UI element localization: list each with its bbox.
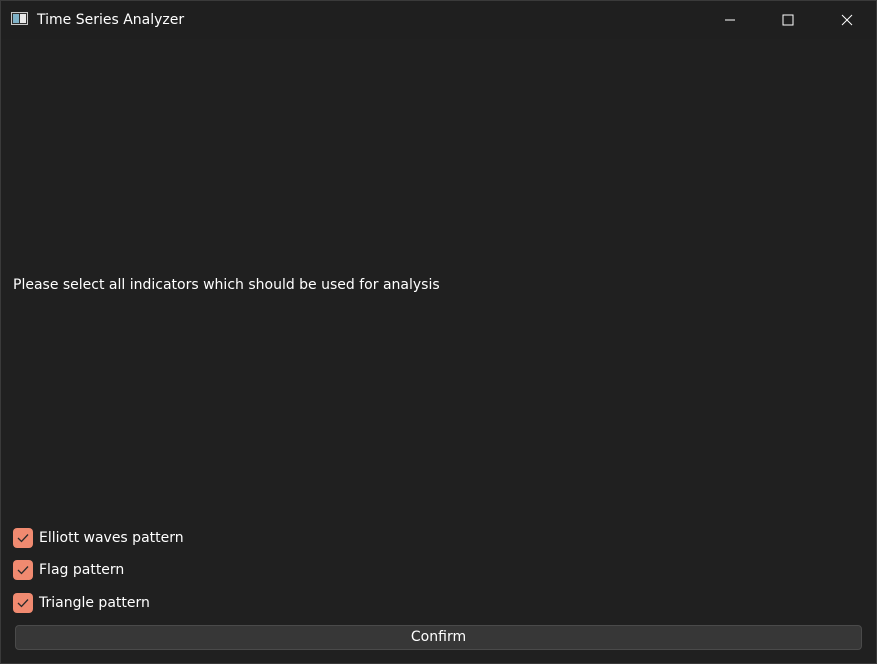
- indicator-triangle[interactable]: Triangle pattern: [13, 592, 150, 614]
- window-title: Time Series Analyzer: [37, 12, 185, 28]
- indicator-label[interactable]: Flag pattern: [39, 561, 124, 579]
- maximize-button[interactable]: [759, 1, 817, 39]
- title-bar[interactable]: Time Series Analyzer: [1, 1, 876, 39]
- indicator-elliott-waves[interactable]: Elliott waves pattern: [13, 527, 184, 549]
- instruction-text: Please select all indicators which shoul…: [13, 277, 440, 293]
- app-window: Time Series Analyzer Please select all i…: [0, 0, 877, 664]
- indicator-label[interactable]: Triangle pattern: [39, 594, 150, 612]
- maximize-icon: [782, 14, 794, 26]
- indicator-checkbox[interactable]: [13, 560, 33, 580]
- indicator-flag[interactable]: Flag pattern: [13, 559, 124, 581]
- checkmark-icon: [17, 534, 29, 543]
- checkmark-icon: [17, 599, 29, 608]
- minimize-icon: [725, 19, 735, 21]
- indicator-checkbox[interactable]: [13, 528, 33, 548]
- minimize-button[interactable]: [701, 1, 759, 39]
- indicator-label[interactable]: Elliott waves pattern: [39, 529, 184, 547]
- indicator-checkbox[interactable]: [13, 593, 33, 613]
- confirm-button[interactable]: Confirm: [15, 625, 862, 650]
- close-icon: [841, 14, 853, 26]
- checkmark-icon: [17, 566, 29, 575]
- close-button[interactable]: [818, 1, 876, 39]
- app-icon: [11, 12, 28, 25]
